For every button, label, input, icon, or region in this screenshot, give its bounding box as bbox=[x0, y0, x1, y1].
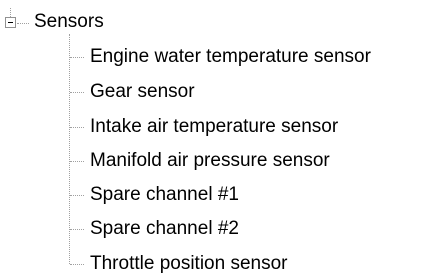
tree-node-sensors[interactable]: Sensors bbox=[32, 10, 106, 34]
tree-node-engine-water-temperature-sensor[interactable]: Engine water temperature sensor bbox=[88, 45, 373, 69]
branch-line bbox=[70, 92, 84, 93]
tree-node-spare-channel-1[interactable]: Spare channel #1 bbox=[88, 183, 241, 207]
branch-line bbox=[70, 195, 84, 196]
tree-node-spare-channel-2[interactable]: Spare channel #2 bbox=[88, 217, 241, 241]
branch-line bbox=[70, 264, 84, 265]
branch-line bbox=[70, 127, 84, 128]
tree-node-manifold-air-pressure-sensor[interactable]: Manifold air pressure sensor bbox=[88, 149, 332, 173]
root-branch-line bbox=[17, 23, 29, 24]
tree-node-gear-sensor[interactable]: Gear sensor bbox=[88, 80, 197, 104]
collapse-toggle-icon[interactable] bbox=[5, 17, 16, 28]
branch-line bbox=[70, 229, 84, 230]
tree-node-throttle-position-sensor[interactable]: Throttle position sensor bbox=[88, 252, 290, 276]
sensors-tree-view[interactable]: Sensors Engine water temperature sensor … bbox=[0, 0, 424, 276]
root-connector-line bbox=[10, 8, 11, 17]
tree-node-intake-air-temperature-sensor[interactable]: Intake air temperature sensor bbox=[88, 115, 340, 139]
branch-line bbox=[70, 161, 84, 162]
branch-line bbox=[70, 57, 84, 58]
